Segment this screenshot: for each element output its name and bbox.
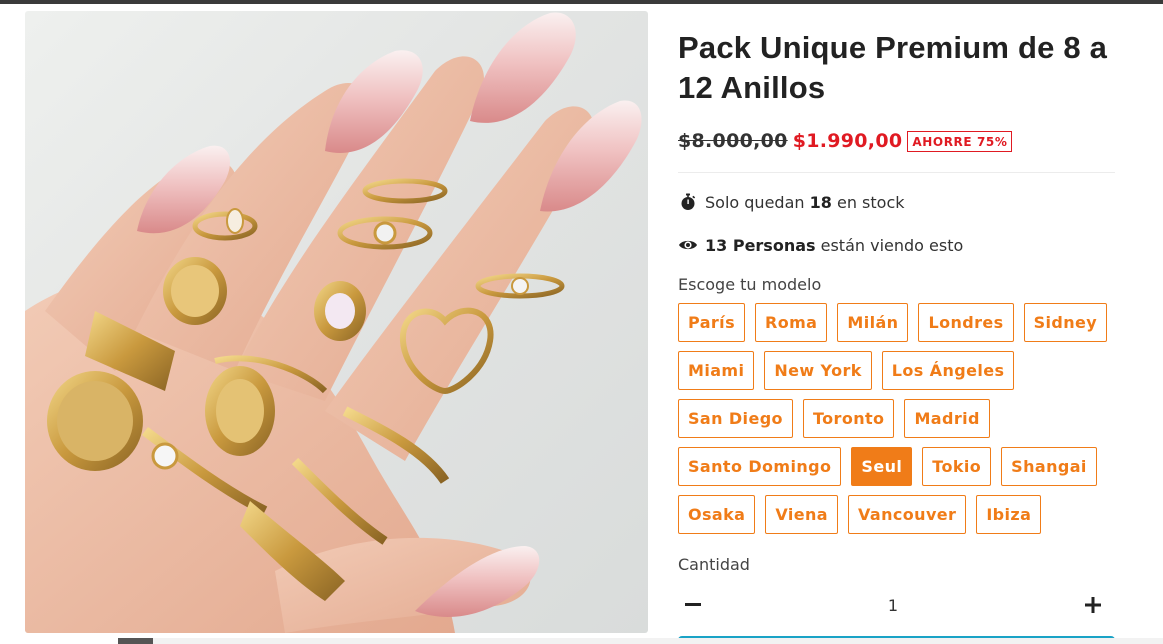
quantity-input[interactable] <box>853 595 933 615</box>
product-title: Pack Unique Premium de 8 a 12 Anillos <box>678 30 1108 105</box>
model-option[interactable]: Londres <box>918 303 1014 342</box>
stopwatch-icon <box>678 192 698 212</box>
model-option[interactable]: Shangai <box>1001 447 1097 486</box>
product-info: Pack Unique Premium de 8 a 12 Anillos $8… <box>678 28 1115 619</box>
bottom-scrollbar[interactable] <box>0 638 1163 644</box>
product-photo-illustration <box>25 12 642 633</box>
model-option[interactable]: Los Ángeles <box>881 351 1015 390</box>
stock-notice: Solo quedan 18 en stock <box>678 190 1115 214</box>
viewers-notice: 13 Personas están viendo esto <box>678 233 1115 257</box>
model-option[interactable]: Madrid <box>904 399 990 438</box>
discount-badge: AHORRE 75% <box>907 130 1013 152</box>
model-option[interactable]: Vancouver <box>847 495 967 534</box>
stock-count: 18 <box>809 192 832 212</box>
sale-price: $1.990,00 <box>792 130 903 152</box>
decrease-quantity-button[interactable] <box>678 591 708 619</box>
model-option[interactable]: Toronto <box>802 399 895 438</box>
top-bar <box>0 0 1163 4</box>
model-option[interactable]: Sidney <box>1023 303 1108 342</box>
model-option[interactable]: París <box>678 303 745 342</box>
model-option[interactable]: New York <box>764 351 872 390</box>
model-option[interactable]: Viena <box>765 495 838 534</box>
minus-icon <box>685 603 701 606</box>
viewers-count: 13 Personas <box>705 235 816 255</box>
eye-icon <box>678 235 698 255</box>
original-price: $8.000,00 <box>678 130 788 152</box>
viewers-suffix: están viendo esto <box>820 235 964 255</box>
stock-suffix: en stock <box>836 192 905 212</box>
model-label: Escoge tu modelo <box>678 275 822 294</box>
model-option[interactable]: Ibiza <box>976 495 1042 534</box>
price-row: $8.000,00 $1.990,00 AHORRE 75% <box>678 128 1115 154</box>
model-option[interactable]: Osaka <box>678 495 756 534</box>
increase-quantity-button[interactable] <box>1078 591 1108 619</box>
quantity-label: Cantidad <box>678 555 750 574</box>
model-options: París Roma Milán Londres Sidney Miami New York… <box>678 303 1118 543</box>
model-option[interactable]: San Diego <box>678 399 793 438</box>
plus-icon <box>1085 597 1101 613</box>
stock-prefix: Solo quedan <box>705 192 805 212</box>
model-option[interactable]: Milán <box>837 303 909 342</box>
product-image[interactable] <box>25 11 648 633</box>
divider <box>678 172 1115 173</box>
model-option[interactable]: Tokio <box>922 447 992 486</box>
model-option[interactable]: Santo Domingo <box>678 447 842 486</box>
model-option[interactable]: Seul <box>851 447 913 486</box>
quantity-stepper <box>678 591 1108 619</box>
model-option[interactable]: Miami <box>678 351 755 390</box>
model-option[interactable]: Roma <box>755 303 828 342</box>
